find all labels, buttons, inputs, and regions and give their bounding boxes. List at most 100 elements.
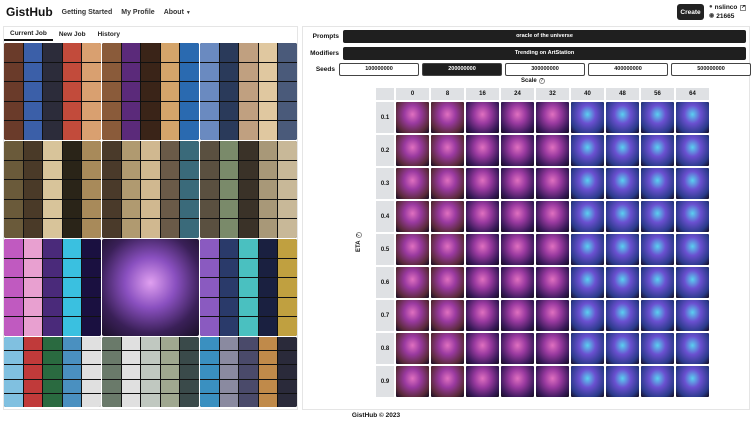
seed-button[interactable]: 300000000 [505,62,585,76]
seed-button[interactable]: 400000000 [588,62,668,76]
grid-image-tile[interactable] [606,300,639,331]
grid-image-tile[interactable] [641,201,674,232]
grid-image-tile[interactable] [501,300,534,331]
grid-image-tile[interactable] [606,267,639,298]
info-icon[interactable]: ? [538,78,545,84]
grid-image-tile[interactable] [571,102,604,133]
modifier-value[interactable]: Trending on ArtStation [343,46,746,60]
tab-history[interactable]: History [92,27,126,41]
grid-image-tile[interactable] [606,333,639,364]
grid-image-tile[interactable] [676,234,709,265]
grid-image-tile[interactable] [431,234,464,265]
tab-new-job[interactable]: New Job [53,27,92,41]
job-thumbnail[interactable] [200,43,297,140]
grid-image-tile[interactable] [466,333,499,364]
grid-image-tile[interactable] [466,201,499,232]
external-link-icon[interactable]: ↗ [740,4,747,11]
grid-image-tile[interactable] [501,135,534,166]
grid-image-tile[interactable] [396,300,429,331]
create-button[interactable]: Create [677,4,704,20]
grid-image-tile[interactable] [431,267,464,298]
grid-image-tile[interactable] [641,135,674,166]
grid-image-tile[interactable] [431,201,464,232]
info-icon[interactable]: ? [356,232,362,239]
seed-button[interactable]: 200000000 [422,62,502,76]
grid-image-tile[interactable] [536,333,569,364]
grid-image-tile[interactable] [641,267,674,298]
grid-image-tile[interactable] [641,168,674,199]
grid-image-tile[interactable] [641,366,674,397]
grid-image-tile[interactable] [536,300,569,331]
grid-image-tile[interactable] [431,102,464,133]
grid-image-tile[interactable] [501,201,534,232]
grid-image-tile[interactable] [501,366,534,397]
grid-image-tile[interactable] [501,234,534,265]
grid-image-tile[interactable] [676,300,709,331]
grid-image-tile[interactable] [466,135,499,166]
grid-image-tile[interactable] [676,102,709,133]
grid-image-tile[interactable] [466,102,499,133]
grid-image-tile[interactable] [606,168,639,199]
grid-image-tile[interactable] [396,267,429,298]
grid-image-tile[interactable] [606,102,639,133]
grid-image-tile[interactable] [676,333,709,364]
grid-image-tile[interactable] [466,168,499,199]
grid-image-tile[interactable] [396,135,429,166]
job-thumbnail[interactable] [4,337,101,407]
job-thumbnail[interactable] [102,239,199,336]
nav-getting-started[interactable]: Getting Started [62,9,113,16]
grid-image-tile[interactable] [396,234,429,265]
grid-image-tile[interactable] [501,333,534,364]
job-thumbnail[interactable] [4,43,101,140]
grid-image-tile[interactable] [466,300,499,331]
grid-image-tile[interactable] [641,234,674,265]
job-thumbnail[interactable] [102,337,199,407]
grid-image-tile[interactable] [571,267,604,298]
grid-image-tile[interactable] [431,366,464,397]
grid-image-tile[interactable] [431,300,464,331]
grid-image-tile[interactable] [606,366,639,397]
job-thumbnail[interactable] [102,141,199,238]
grid-image-tile[interactable] [571,234,604,265]
grid-image-tile[interactable] [641,300,674,331]
grid-image-tile[interactable] [501,267,534,298]
grid-image-tile[interactable] [641,333,674,364]
job-thumbnail[interactable] [200,239,297,336]
job-thumbnail[interactable] [200,337,297,407]
grid-image-tile[interactable] [536,366,569,397]
grid-image-tile[interactable] [676,168,709,199]
grid-image-tile[interactable] [431,135,464,166]
grid-image-tile[interactable] [676,135,709,166]
grid-image-tile[interactable] [536,267,569,298]
username[interactable]: nslinco [715,3,738,12]
grid-image-tile[interactable] [571,135,604,166]
grid-image-tile[interactable] [606,234,639,265]
job-thumbnail[interactable] [4,239,101,336]
grid-image-tile[interactable] [571,333,604,364]
grid-image-tile[interactable] [606,135,639,166]
grid-image-tile[interactable] [466,234,499,265]
prompt-value[interactable]: oracle of the universe [343,29,746,43]
job-thumbnail[interactable] [4,141,101,238]
grid-image-tile[interactable] [676,366,709,397]
brand-logo[interactable]: GistHub [6,5,53,19]
grid-image-tile[interactable] [606,201,639,232]
nav-about[interactable]: About ▼ [164,9,191,16]
grid-image-tile[interactable] [676,201,709,232]
grid-image-tile[interactable] [396,333,429,364]
grid-image-tile[interactable] [536,135,569,166]
nav-my-profile[interactable]: My Profile [121,9,154,16]
grid-image-tile[interactable] [571,168,604,199]
grid-image-tile[interactable] [431,168,464,199]
grid-image-tile[interactable] [536,102,569,133]
grid-image-tile[interactable] [396,366,429,397]
grid-image-tile[interactable] [396,168,429,199]
grid-image-tile[interactable] [571,201,604,232]
seed-button[interactable]: 100000000 [339,62,419,76]
grid-image-tile[interactable] [431,333,464,364]
grid-image-tile[interactable] [466,366,499,397]
grid-image-tile[interactable] [641,102,674,133]
grid-image-tile[interactable] [536,201,569,232]
grid-image-tile[interactable] [676,267,709,298]
grid-image-tile[interactable] [466,267,499,298]
